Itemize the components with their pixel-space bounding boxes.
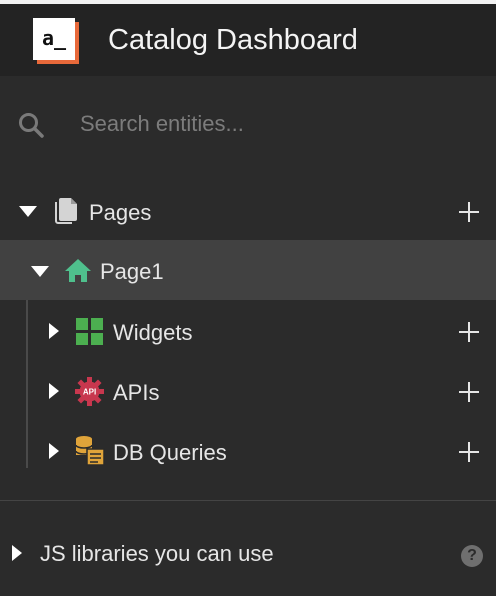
pages-icon [55,198,77,224]
search-input[interactable] [80,108,470,140]
add-widget-button[interactable] [458,321,480,343]
tree-item-widgets[interactable]: Widgets [0,302,496,360]
caret-right-icon[interactable] [49,323,59,339]
section-divider [0,500,496,501]
caret-right-icon[interactable] [12,545,22,561]
widgets-icon [76,318,103,345]
db-queries-icon [75,436,105,466]
app-header: a_ Catalog Dashboard [0,4,496,76]
add-page-button[interactable] [458,201,480,223]
caret-down-icon[interactable] [19,206,37,217]
app-title[interactable]: Catalog Dashboard [108,24,358,57]
tree-item-widgets-label: Widgets [113,320,193,345]
tree-item-js-libraries[interactable]: JS libraries you can use [0,524,496,582]
caret-right-icon[interactable] [49,383,59,399]
home-icon [65,259,91,282]
tree-item-apis[interactable]: API APIs [0,362,496,420]
tree-item-pages-label: Pages [89,200,152,225]
tree-item-apis-label: APIs [113,380,160,405]
js-libraries-label: JS libraries you can use [40,541,274,566]
help-icon[interactable]: ? [461,545,483,567]
api-icon: API [75,377,104,406]
add-api-button[interactable] [458,381,480,403]
search-bar [0,96,496,152]
tree-item-db-queries-label: DB Queries [113,440,227,465]
caret-right-icon[interactable] [49,443,59,459]
app-logo[interactable]: a_ [33,18,79,64]
logo-text: a_ [33,18,75,60]
tree-item-db-queries[interactable]: DB Queries [0,422,496,480]
caret-down-icon[interactable] [31,266,49,277]
svg-text:API: API [83,388,96,397]
add-db-query-button[interactable] [458,441,480,463]
tree-item-page1[interactable]: Page1 [0,240,496,300]
search-icon [19,113,44,138]
tree-item-pages[interactable]: Pages [0,182,496,240]
tree-item-page1-label: Page1 [100,259,164,284]
